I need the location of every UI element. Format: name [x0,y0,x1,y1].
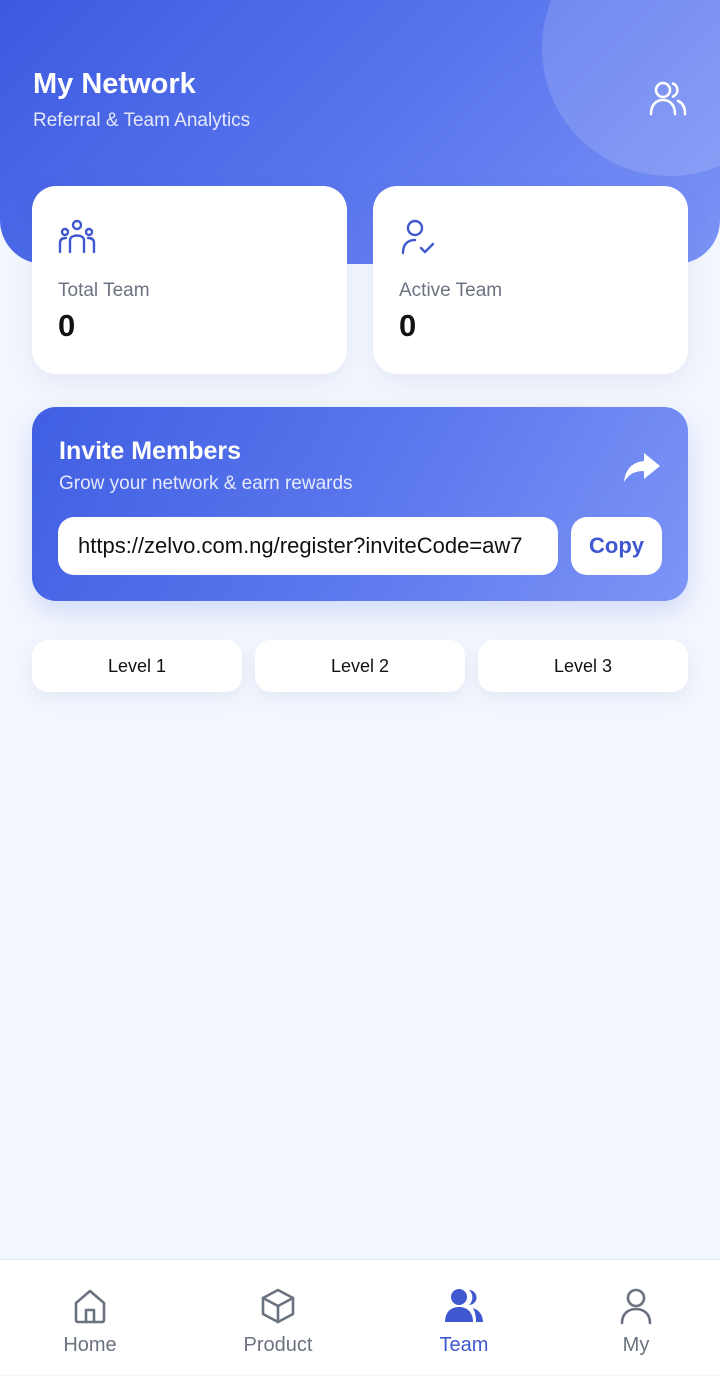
copy-button[interactable]: Copy [571,517,662,575]
tab-level-2[interactable]: Level 2 [255,640,465,692]
total-team-card: Total Team 0 [32,186,347,374]
nav-label-home: Home [63,1334,117,1356]
active-team-card: Active Team 0 [373,186,688,374]
home-icon [74,1289,106,1324]
invite-link-input[interactable] [58,517,558,575]
team-icon [445,1289,483,1322]
nav-label-product: Product [243,1334,313,1356]
total-team-value: 0 [58,308,76,343]
page-subtitle: Referral & Team Analytics [33,110,251,131]
invite-members-card: Invite Members Grow your network & earn … [32,407,688,601]
nav-item-product[interactable]: Product [218,1260,338,1376]
box-icon [261,1288,295,1324]
tab-level-3[interactable]: Level 3 [478,640,688,692]
bottom-nav: Home Product Team My [0,1259,720,1375]
nav-item-my[interactable]: My [576,1260,696,1376]
nav-label-my: My [622,1334,650,1356]
person-icon [620,1288,652,1325]
tab-level-1[interactable]: Level 1 [32,640,242,692]
total-team-label: Total Team [58,280,150,301]
active-team-value: 0 [399,308,417,343]
user-check-icon [401,219,435,255]
nav-label-team: Team [439,1334,489,1356]
page-title: My Network [33,68,196,100]
active-team-label: Active Team [399,280,503,301]
share-icon[interactable] [622,447,662,487]
team-users-icon[interactable] [648,78,688,118]
invite-title: Invite Members [59,437,242,465]
header-decoration-circle [542,0,720,176]
nav-item-home[interactable]: Home [30,1260,150,1376]
team-group-icon [58,219,96,254]
nav-item-team[interactable]: Team [404,1260,524,1376]
invite-subtitle: Grow your network & earn rewards [59,473,353,494]
